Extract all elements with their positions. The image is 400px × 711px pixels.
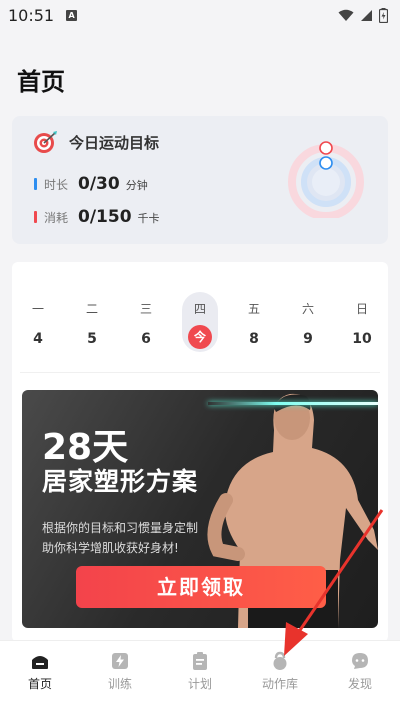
- goal-header: 今日运动目标: [33, 130, 159, 154]
- goal-title: 今日运动目标: [69, 133, 160, 152]
- status-bar: 10:51 A: [0, 0, 400, 30]
- today-badge: 今: [188, 325, 212, 349]
- divider: [20, 372, 380, 373]
- duration-indicator: [34, 178, 37, 190]
- bottom-tab-bar: 首页 训练 计划 动作库 发现: [0, 640, 400, 711]
- status-time: 10:51: [8, 5, 55, 25]
- kettlebell-icon: [273, 651, 287, 670]
- battery-icon: [379, 7, 388, 23]
- day-tue[interactable]: 二5: [74, 292, 110, 352]
- chat-icon: [352, 653, 368, 669]
- calories-metric: 消耗 0/150 千卡: [34, 207, 160, 227]
- home-icon: [32, 656, 48, 669]
- banner-subtitle: 居家塑形方案: [42, 467, 199, 496]
- calories-value: 0/150: [78, 207, 132, 227]
- lightning-icon: [112, 653, 128, 669]
- duration-value: 0/30: [78, 174, 120, 194]
- status-icons: [338, 7, 388, 23]
- duration-unit: 分钟: [125, 179, 148, 192]
- day-fri[interactable]: 五8: [236, 292, 272, 352]
- clipboard-icon: [193, 652, 207, 670]
- daily-goal-card[interactable]: 今日运动目标 时长 0/30 分钟 消耗 0/150 千卡: [12, 116, 388, 244]
- banner-description: 根据你的目标和习惯量身定制 助你科学增肌收获好身材!: [42, 521, 199, 555]
- calories-label: 消耗: [44, 211, 69, 225]
- page-title: 首页: [17, 68, 65, 96]
- duration-label: 时长: [44, 178, 69, 192]
- week-calendar: 一4 二5 三6 四今 五8 六9 日 10: [20, 292, 380, 352]
- signal-icon: [361, 9, 372, 21]
- tab-discover[interactable]: 发现: [320, 641, 400, 711]
- day-sun[interactable]: 日 10: [344, 292, 380, 352]
- calories-unit: 千卡: [137, 212, 160, 225]
- day-thu-today[interactable]: 四今: [182, 292, 218, 352]
- calories-indicator: [34, 211, 37, 223]
- tab-home[interactable]: 首页: [0, 641, 80, 711]
- goal-progress-rings: [288, 141, 364, 218]
- claim-now-button[interactable]: 立即领取: [76, 566, 326, 608]
- day-wed[interactable]: 三6: [128, 292, 164, 352]
- day-sat[interactable]: 六9: [290, 292, 326, 352]
- wifi-icon: [338, 9, 354, 21]
- content-card: 一4 二5 三6 四今 五8 六9 日 10 28天 居家塑形方案 根据你的目标和…: [12, 262, 388, 642]
- day-mon[interactable]: 一4: [20, 292, 56, 352]
- duration-metric: 时长 0/30 分钟: [34, 174, 148, 194]
- tab-exercise-library[interactable]: 动作库: [240, 641, 320, 711]
- notification-icon: A: [66, 9, 78, 21]
- laser-line: [208, 402, 378, 405]
- tab-plan[interactable]: 计划: [160, 641, 240, 711]
- target-dart-icon: [34, 131, 57, 153]
- tab-training[interactable]: 训练: [80, 641, 160, 711]
- promo-banner[interactable]: 28天 居家塑形方案 根据你的目标和习惯量身定制 助你科学增肌收获好身材! 立即…: [22, 390, 378, 628]
